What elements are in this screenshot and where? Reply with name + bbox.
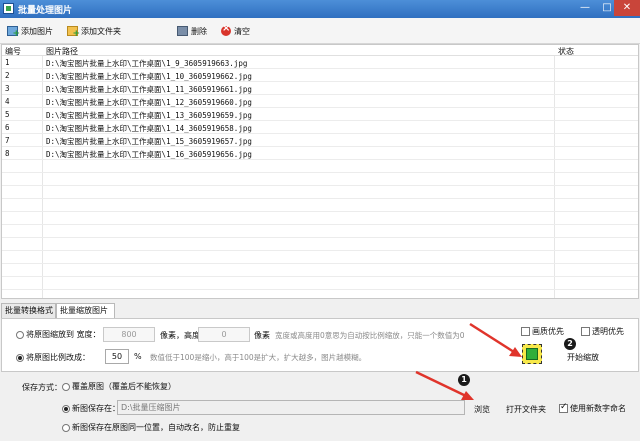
- scale-by-size-label: 将原图缩放到 宽度：: [26, 330, 101, 339]
- tab-strip: 批量转换格式 批量缩放图片: [0, 303, 640, 319]
- same-location-option[interactable]: 新图保存在原图同一位置，自动改名，防止重复: [62, 422, 240, 433]
- empty-row: [2, 199, 638, 212]
- toolbar: 添加图片 添加文件夹 删除 清空: [0, 18, 640, 44]
- empty-row: [2, 160, 638, 173]
- row-index: 5: [5, 110, 10, 119]
- transparent-first-option[interactable]: 透明优先: [581, 326, 624, 337]
- clear-button[interactable]: 清空: [221, 23, 250, 38]
- minimize-button[interactable]: —: [574, 0, 596, 16]
- cube-icon: [526, 348, 538, 360]
- overwrite-label: 覆盖原图（覆盖后不能恢复）: [72, 382, 176, 391]
- save-mode-label: 保存方式：: [22, 383, 62, 392]
- row-path: D:\淘宝图片批量上水印\工作桌面\1_15_3605919657.jpg: [46, 137, 252, 146]
- app-icon: [3, 3, 14, 14]
- new-save-option[interactable]: 新图保存在：: [62, 403, 120, 414]
- row-index: 2: [5, 71, 10, 80]
- save-path-input[interactable]: D:\批量压缩图片: [117, 400, 465, 415]
- add-folder-label: 添加文件夹: [81, 26, 121, 36]
- same-location-radio[interactable]: [62, 423, 70, 432]
- clear-icon: [221, 23, 231, 36]
- quality-first-label: 画质优先: [532, 327, 564, 336]
- row-path: D:\淘宝图片批量上水印\工作桌面\1_11_3605919661.jpg: [46, 85, 252, 94]
- row-index: 3: [5, 84, 10, 93]
- width-input[interactable]: 800: [103, 327, 155, 342]
- empty-row: [2, 264, 638, 277]
- delete-button[interactable]: 删除: [177, 24, 207, 38]
- tab-convert-format[interactable]: 批量转换格式: [1, 303, 56, 319]
- row-index: 1: [5, 58, 10, 67]
- table-row[interactable]: 1 D:\淘宝图片批量上水印\工作桌面\1_9_3605919663.jpg: [2, 56, 638, 69]
- add-image-label: 添加图片: [21, 26, 53, 36]
- add-image-icon: [7, 26, 20, 39]
- table-row[interactable]: 5 D:\淘宝图片批量上水印\工作桌面\1_13_3605919659.jpg: [2, 108, 638, 121]
- clear-label: 清空: [234, 26, 250, 36]
- scale-by-size-radio[interactable]: [16, 330, 24, 339]
- table-row[interactable]: 6 D:\淘宝图片批量上水印\工作桌面\1_14_3605919658.jpg: [2, 121, 638, 134]
- table-row[interactable]: 2 D:\淘宝图片批量上水印\工作桌面\1_10_3605919662.jpg: [2, 69, 638, 82]
- row-path: D:\淘宝图片批量上水印\工作桌面\1_13_3605919659.jpg: [46, 111, 252, 120]
- row-path: D:\淘宝图片批量上水印\工作桌面\1_10_3605919662.jpg: [46, 72, 252, 81]
- tab-scale-images[interactable]: 批量缩放图片: [56, 303, 115, 319]
- add-folder-button[interactable]: 添加文件夹: [67, 24, 121, 39]
- row-path: D:\淘宝图片批量上水印\工作桌面\1_14_3605919658.jpg: [46, 124, 252, 133]
- ratio-input[interactable]: 50: [105, 349, 129, 364]
- size-hint: 宽度或高度用0意思为自动按比例缩放，只能一个数值为0: [275, 331, 465, 340]
- add-folder-icon: [67, 26, 80, 39]
- browse-button[interactable]: 浏览: [474, 404, 490, 415]
- table-row[interactable]: 4 D:\淘宝图片批量上水印\工作桌面\1_12_3605919660.jpg: [2, 95, 638, 108]
- start-scale-label[interactable]: 开始缩放: [567, 352, 599, 363]
- overwrite-radio[interactable]: [62, 382, 70, 391]
- quality-first-checkbox[interactable]: [521, 327, 530, 336]
- scale-by-ratio-option[interactable]: 将原图比例改成：: [16, 352, 90, 363]
- empty-row: [2, 238, 638, 251]
- empty-row: [2, 290, 638, 298]
- row-path: D:\淘宝图片批量上水印\工作桌面\1_16_3605919656.jpg: [46, 150, 252, 159]
- same-location-label: 新图保存在原图同一位置，自动改名，防止重复: [72, 423, 240, 432]
- row-index: 6: [5, 123, 10, 132]
- use-new-name-checkbox[interactable]: [559, 402, 568, 413]
- title-bar: 批量处理图片 — □ ✕: [0, 0, 640, 18]
- overwrite-option[interactable]: 覆盖原图（覆盖后不能恢复）: [62, 381, 176, 392]
- close-button[interactable]: ✕: [614, 0, 640, 16]
- ratio-hint: 数值低于100是缩小，高于100是扩大，扩大越多，图片越模糊。: [150, 353, 367, 362]
- row-index: 8: [5, 149, 10, 158]
- row-path: D:\淘宝图片批量上水印\工作桌面\1_12_3605919660.jpg: [46, 98, 252, 107]
- empty-row: [2, 212, 638, 225]
- empty-row: [2, 251, 638, 264]
- start-scale-button[interactable]: [522, 344, 542, 364]
- add-image-button[interactable]: 添加图片: [7, 24, 53, 39]
- percent-label: %: [134, 352, 142, 361]
- delete-label: 删除: [191, 26, 207, 36]
- table-row[interactable]: 8 D:\淘宝图片批量上水印\工作桌面\1_16_3605919656.jpg: [2, 147, 638, 160]
- scale-by-ratio-label: 将原图比例改成：: [26, 353, 90, 362]
- file-list[interactable]: 编号 图片路径 状态 1 D:\淘宝图片批量上水印\工作桌面\1_9_360591…: [1, 44, 639, 299]
- transparent-first-checkbox[interactable]: [581, 327, 590, 336]
- step-badge-1: 1: [458, 374, 470, 386]
- table-row[interactable]: 7 D:\淘宝图片批量上水印\工作桌面\1_15_3605919657.jpg: [2, 134, 638, 147]
- use-new-name-option[interactable]: 使用新数字命名: [559, 402, 626, 414]
- step-badge-2: 2: [564, 338, 576, 350]
- empty-row: [2, 173, 638, 186]
- table-row[interactable]: 3 D:\淘宝图片批量上水印\工作桌面\1_11_3605919661.jpg: [2, 82, 638, 95]
- quality-first-option[interactable]: 画质优先: [521, 326, 564, 337]
- delete-icon: [177, 26, 188, 36]
- empty-row: [2, 277, 638, 290]
- open-folder-button[interactable]: 打开文件夹: [506, 404, 546, 415]
- row-index: 4: [5, 97, 10, 106]
- empty-row: [2, 186, 638, 199]
- list-header: 编号 图片路径 状态: [2, 45, 638, 56]
- scale-by-size-option[interactable]: 将原图缩放到 宽度：: [16, 329, 101, 340]
- scale-by-ratio-radio[interactable]: [16, 353, 24, 362]
- window-title: 批量处理图片: [18, 6, 73, 16]
- new-save-label: 新图保存在：: [72, 404, 120, 413]
- row-index: 7: [5, 136, 10, 145]
- height-input[interactable]: 0: [198, 327, 250, 342]
- transparent-first-label: 透明优先: [592, 327, 624, 336]
- use-new-name-label: 使用新数字命名: [570, 404, 626, 413]
- empty-row: [2, 225, 638, 238]
- px-label: 像素: [254, 331, 270, 340]
- row-path: D:\淘宝图片批量上水印\工作桌面\1_9_3605919663.jpg: [46, 59, 248, 68]
- new-save-radio[interactable]: [62, 404, 70, 413]
